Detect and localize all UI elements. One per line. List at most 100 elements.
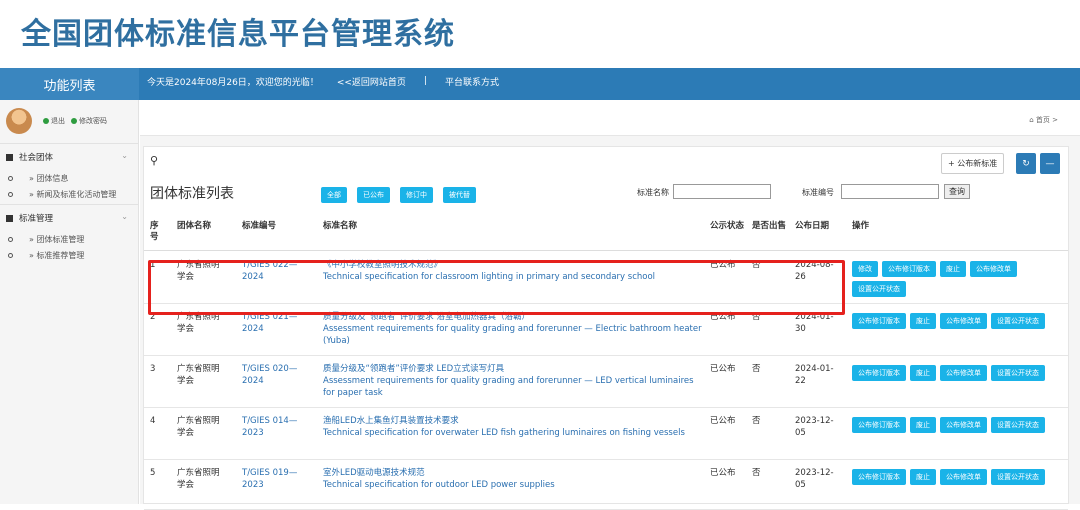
breadcrumb-home: 首页 (1035, 116, 1050, 124)
cell-date: 2023-12-05 (795, 468, 834, 490)
cell-sale: 否 (752, 416, 761, 426)
header-sale: 是否出售 (752, 221, 787, 231)
row-action-button[interactable]: 设置公开状态 (991, 313, 1045, 329)
filter-published-button[interactable]: 已公布 (357, 187, 390, 203)
row-action-button[interactable]: 公布修改单 (940, 469, 987, 485)
menu-head-society[interactable]: 社会团体 ⌄ (0, 144, 138, 170)
query-button[interactable]: 查询 (944, 184, 970, 199)
row-action-button[interactable]: 设置公开状态 (991, 417, 1045, 433)
bullet-icon (8, 236, 13, 242)
cell-ops: 公布修订版本 废止 公布修改单 设置公开状态 (852, 469, 1066, 485)
top-bar-links: 今天是2024年08月26日，欢迎您的光临！ <<返回网站首页 | 平台联系方式 (147, 68, 517, 94)
row-action-button[interactable]: 设置公开状态 (991, 365, 1045, 381)
cell-date: 2024-01-22 (795, 364, 834, 386)
cell-date: 2024-01-30 (795, 312, 834, 334)
publish-new-button[interactable]: + 公布新标准 (941, 153, 1005, 174)
header-org: 团体名称 (177, 221, 212, 231)
breadcrumb[interactable]: ⌂ 首页 > (1029, 115, 1058, 125)
row-action-button[interactable]: 废止 (910, 313, 936, 329)
sidebar-item-label: » 新闻及标准化活动管理 (29, 189, 117, 199)
row-action-button[interactable]: 设置公开状态 (852, 281, 906, 297)
cell-name-link[interactable]: 室外LED驱动电源技术规范 Technical specification for… (323, 467, 703, 491)
header-name: 标准名称 (323, 221, 358, 231)
row-action-button[interactable]: 公布修订版本 (852, 469, 906, 485)
row-action-button[interactable]: 设置公开状态 (991, 469, 1045, 485)
cell-no: 4 (150, 416, 156, 426)
search-name-input[interactable] (673, 184, 771, 199)
cell-name-link[interactable]: 渔船LED水上集鱼灯具装置技术要求 Technical specification… (323, 415, 703, 439)
status-dot-icon (71, 118, 77, 124)
change-password-link[interactable]: 修改密码 (71, 116, 107, 126)
header: 全国团体标准信息平台管理系统 (0, 0, 1080, 68)
menu-head-label: 标准管理 (19, 214, 54, 224)
content-area: ⚲ 团体标准列表 全部 已公布 修订中 被代替 + 公布新标准 ↻ — 标准名称… (140, 136, 1080, 510)
cell-name-link[interactable]: 质量分级及“领跑者”评价要求 浴室电加热器具（浴霸） Assessment req… (323, 311, 703, 347)
sidebar-item-news[interactable]: » 新闻及标准化活动管理 (0, 186, 138, 202)
bullet-icon (8, 175, 13, 181)
home-icon: ⌂ (1029, 116, 1034, 124)
row-action-button[interactable]: 废止 (910, 469, 936, 485)
collapse-icon[interactable]: — (1040, 153, 1060, 174)
cell-sale: 否 (752, 364, 761, 374)
cell-no: 5 (150, 468, 156, 478)
name-cn: 质量分级及“领跑者”评价要求 浴室电加热器具（浴霸） (323, 312, 531, 322)
table-row: 1 广东省照明学会 T/GIES 022—2024 《中小学校教室照明技术规范》 Tec… (144, 252, 1068, 304)
row-action-button[interactable]: 公布修改单 (970, 261, 1017, 277)
cell-status: 已公布 (710, 468, 736, 478)
table-header: 序号 团体名称 标准编号 标准名称 公示状态 是否出售 公布日期 操作 (144, 213, 1068, 251)
cell-org: 广东省照明学会 (177, 260, 220, 282)
row-action-button[interactable]: 公布修改单 (940, 365, 987, 381)
name-en: Technical specification for classroom li… (323, 272, 656, 282)
back-home-link[interactable]: <<返回网站首页 (337, 75, 406, 88)
table-row: 2 广东省照明学会 T/GIES 021—2024 质量分级及“领跑者”评价要求 浴室… (144, 304, 1068, 356)
row-action-button[interactable]: 公布修改单 (940, 417, 987, 433)
sidebar-item-standard-manage[interactable]: » 团体标准管理 (0, 231, 138, 247)
table-row: 3 广东省照明学会 T/GIES 020—2024 质量分级及“领跑者”评价要求 LE… (144, 356, 1068, 408)
search-number-input[interactable] (841, 184, 939, 199)
filter-replaced-button[interactable]: 被代替 (443, 187, 476, 203)
contact-link[interactable]: 平台联系方式 (445, 75, 499, 88)
row-action-button[interactable]: 废止 (940, 261, 966, 277)
row-action-button[interactable]: 公布修订版本 (852, 365, 906, 381)
menu-head-standards[interactable]: 标准管理 ⌄ (0, 205, 138, 231)
status-dot-icon (43, 118, 49, 124)
row-action-button[interactable]: 废止 (910, 417, 936, 433)
row-action-button[interactable]: 公布修改单 (940, 313, 987, 329)
row-action-button[interactable]: 公布修订版本 (882, 261, 936, 277)
chevron-down-icon: ⌄ (121, 151, 128, 160)
bullet-icon (8, 191, 13, 197)
cell-no: 3 (150, 364, 156, 374)
name-cn: 质量分级及“领跑者”评价要求 LED立式读写灯具 (323, 364, 505, 374)
sidebar-item-label: » 团体信息 (29, 173, 69, 183)
cell-code-link[interactable]: T/GIES 019—2023 (242, 467, 304, 491)
name-cn: 室外LED驱动电源技术规范 (323, 468, 425, 478)
header-code: 标准编号 (242, 221, 277, 231)
row-action-button[interactable]: 公布修订版本 (852, 417, 906, 433)
row-action-button[interactable]: 公布修订版本 (852, 313, 906, 329)
sidebar-item-org-info[interactable]: » 团体信息 (0, 170, 138, 186)
cell-code-link[interactable]: T/GIES 020—2024 (242, 363, 304, 387)
topbar-separator: | (423, 76, 427, 86)
sidebar-item-recommend-manage[interactable]: » 标准推荐管理 (0, 247, 138, 263)
cell-status: 已公布 (710, 312, 736, 322)
header-date: 公布日期 (795, 221, 830, 231)
filter-buttons: 全部 已公布 修订中 被代替 (321, 187, 476, 203)
cell-status: 已公布 (710, 416, 736, 426)
header-status: 公示状态 (710, 221, 745, 231)
row-action-button[interactable]: 修改 (852, 261, 878, 277)
cell-name-link[interactable]: 《中小学校教室照明技术规范》 Technical specification fo… (323, 259, 703, 283)
cell-code-link[interactable]: T/GIES 022—2024 (242, 259, 304, 283)
standard-list-panel: ⚲ 团体标准列表 全部 已公布 修订中 被代替 + 公布新标准 ↻ — 标准名称… (143, 146, 1069, 510)
filter-all-button[interactable]: 全部 (321, 187, 347, 203)
logout-link[interactable]: 退出 (43, 116, 65, 126)
cell-code-link[interactable]: T/GIES 021—2024 (242, 311, 304, 335)
cell-code-link[interactable]: T/GIES 014—2023 (242, 415, 304, 439)
welcome-text: 今天是2024年08月26日，欢迎您的光临！ (147, 77, 319, 88)
name-en: Assessment requirements for quality grad… (323, 324, 702, 346)
cell-org: 广东省照明学会 (177, 468, 220, 490)
cell-ops: 公布修订版本 废止 公布修改单 设置公开状态 (852, 417, 1066, 433)
refresh-icon[interactable]: ↻ (1016, 153, 1036, 174)
cell-name-link[interactable]: 质量分级及“领跑者”评价要求 LED立式读写灯具 Assessment requi… (323, 363, 703, 399)
filter-revising-button[interactable]: 修订中 (400, 187, 433, 203)
row-action-button[interactable]: 废止 (910, 365, 936, 381)
